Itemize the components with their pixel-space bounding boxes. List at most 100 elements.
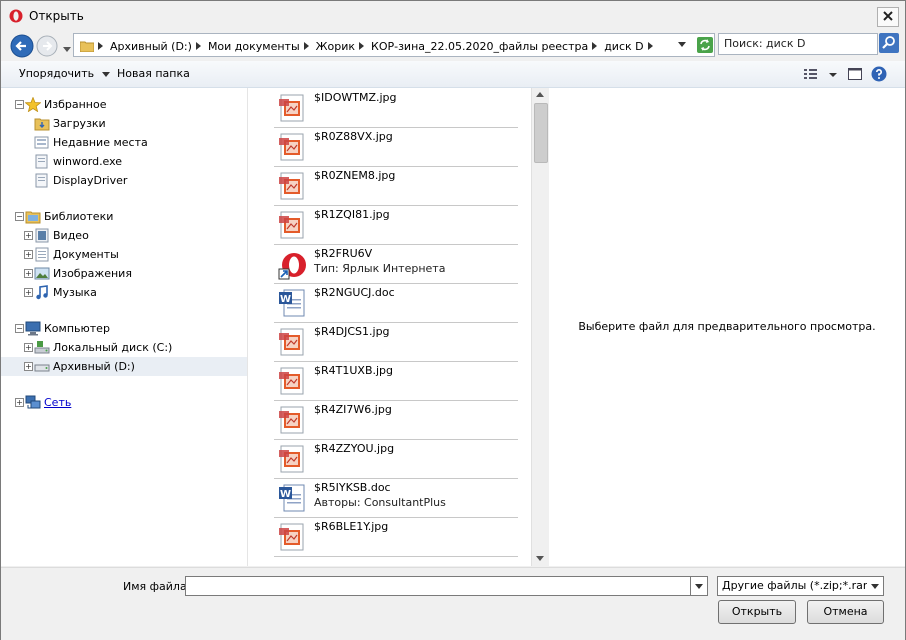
nav-computer-label: Компьютер	[44, 322, 110, 335]
file-name: $R0Z88VX.jpg	[314, 130, 393, 143]
breadcrumb-zhorik[interactable]: Жорик	[316, 40, 355, 53]
file-item[interactable]: $R4ZZYOU.jpg	[274, 439, 518, 479]
expand-icon[interactable]: +	[24, 269, 33, 278]
filename-history-dropdown[interactable]	[691, 576, 708, 596]
back-arrow-icon	[10, 34, 34, 58]
file-name: $R2FRU6V	[314, 247, 373, 260]
forward-button[interactable]	[35, 34, 61, 60]
file-item[interactable]: $R0ZNEM8.jpg	[274, 166, 518, 206]
video-library-icon	[34, 228, 50, 243]
expand-icon[interactable]: +	[15, 398, 24, 407]
computer-icon	[25, 321, 41, 336]
file-item[interactable]: $IDOWTMZ.jpg	[274, 88, 518, 128]
help-button[interactable]	[871, 66, 887, 82]
nav-item-label: DisplayDriver	[53, 174, 128, 187]
nav-item-label: Недавние места	[53, 136, 148, 149]
file-item[interactable]: W $R2NGUCJ.doc	[274, 283, 518, 323]
nav-item-video[interactable]: + Видео	[1, 226, 247, 245]
nav-item-documents[interactable]: + Документы	[1, 245, 247, 264]
breadcrumb-separator[interactable]	[98, 42, 103, 50]
window-title: Открыть	[29, 9, 84, 23]
open-button[interactable]: Открыть	[718, 600, 796, 624]
view-options-button[interactable]	[803, 66, 819, 82]
file-name: $R1ZQI81.jpg	[314, 208, 390, 221]
nav-item-label: Документы	[53, 248, 119, 261]
file-name: $R4ZZYOU.jpg	[314, 442, 395, 455]
organize-button[interactable]: Упорядочить	[19, 67, 111, 80]
new-folder-button[interactable]: Новая папка	[117, 67, 190, 80]
nav-item-drive-c[interactable]: + Локальный диск (C:)	[1, 338, 247, 357]
drive-icon	[34, 359, 50, 374]
preview-pane-button[interactable]	[847, 66, 863, 82]
history-dropdown[interactable]	[63, 43, 71, 52]
expand-icon[interactable]: +	[24, 362, 33, 371]
refresh-icon	[697, 37, 713, 53]
breadcrumb-separator[interactable]	[195, 42, 201, 50]
open-file-dialog: Открыть Архивный (D:) Мои документы Жори…	[0, 0, 906, 640]
cancel-button[interactable]: Отмена	[807, 600, 884, 624]
expand-icon[interactable]: +	[24, 231, 33, 240]
scroll-down-icon[interactable]	[536, 556, 544, 561]
file-item[interactable]: W $R5IYKSB.doc Авторы: ConsultantPlus	[274, 478, 518, 518]
nav-item-winword[interactable]: winword.exe	[1, 152, 247, 171]
breadcrumb-kor-zina[interactable]: КОР-зина_22.05.2020_файлы реестра	[371, 40, 588, 53]
folder-icon	[80, 41, 94, 52]
view-dropdown[interactable]	[825, 66, 841, 82]
breadcrumb-separator[interactable]	[303, 42, 309, 50]
expand-icon[interactable]: +	[24, 250, 33, 259]
file-item[interactable]: $R4T1UXB.jpg	[274, 361, 518, 401]
file-name: $IDOWTMZ.jpg	[314, 91, 397, 104]
file-item[interactable]: $R4DJCS1.jpg	[274, 322, 518, 362]
image-file-icon	[278, 211, 308, 241]
collapse-icon[interactable]: −	[15, 324, 24, 333]
image-file-icon	[278, 445, 308, 475]
search-button[interactable]	[879, 33, 899, 53]
nav-computer[interactable]: − Компьютер	[1, 319, 247, 338]
address-bar[interactable]: Архивный (D:) Мои документы Жорик КОР-зи…	[73, 33, 715, 57]
close-button[interactable]	[877, 7, 899, 27]
nav-item-pictures[interactable]: + Изображения	[1, 264, 247, 283]
nav-item-drive-d[interactable]: + Архивный (D:)	[1, 357, 247, 376]
breadcrumb-separator[interactable]	[592, 42, 598, 50]
scroll-up-icon[interactable]	[536, 92, 544, 97]
nav-network-link[interactable]: Сеть	[44, 396, 71, 409]
address-dropdown[interactable]	[678, 42, 686, 47]
nav-network[interactable]: + Сеть	[1, 393, 247, 412]
breadcrumb-separator[interactable]	[359, 42, 365, 50]
preview-pane-icon	[848, 68, 862, 80]
breadcrumb-disk-d[interactable]: диск D	[604, 40, 643, 53]
file-item[interactable]: $R6BLE1Y.jpg	[274, 517, 518, 557]
file-type-select[interactable]: Другие файлы (*.zip;*.rar;*.7z;*	[717, 576, 884, 596]
file-name: $R5IYKSB.doc	[314, 481, 391, 494]
back-button[interactable]	[9, 33, 35, 59]
breadcrumb-drive-d[interactable]: Архивный (D:)	[110, 40, 192, 53]
file-item[interactable]: $R1ZQI81.jpg	[274, 205, 518, 245]
collapse-icon[interactable]: −	[15, 100, 24, 109]
network-icon	[25, 395, 41, 410]
filename-input[interactable]	[185, 576, 691, 596]
file-item[interactable]: $R0Z88VX.jpg	[274, 127, 518, 167]
nav-item-label: Изображения	[53, 267, 132, 280]
collapse-icon[interactable]: −	[15, 212, 24, 221]
file-name: $R2NGUCJ.doc	[314, 286, 395, 299]
nav-item-music[interactable]: + Музыка	[1, 283, 247, 302]
scroll-thumb[interactable]	[534, 103, 548, 163]
refresh-button[interactable]	[696, 36, 714, 54]
file-list-scrollbar[interactable]	[531, 88, 549, 566]
expand-icon[interactable]: +	[24, 288, 33, 297]
file-type-dropdown[interactable]	[869, 578, 882, 594]
nav-favorites[interactable]: − Избранное	[1, 95, 247, 114]
file-item[interactable]: $R2FRU6V Тип: Ярлык Интернета	[274, 244, 518, 284]
nav-libraries[interactable]: − Библиотеки	[1, 207, 247, 226]
file-item[interactable]: $R4ZI7W6.jpg	[274, 400, 518, 440]
folder-shortcut-icon	[34, 173, 50, 188]
breadcrumb-separator[interactable]	[647, 42, 653, 50]
nav-item-displaydriver[interactable]: DisplayDriver	[1, 171, 247, 190]
search-input[interactable]: Поиск: диск D	[718, 33, 878, 55]
nav-item-recent-places[interactable]: Недавние места	[1, 133, 247, 152]
image-file-icon	[278, 133, 308, 163]
chevron-down-icon	[829, 73, 837, 77]
expand-icon[interactable]: +	[24, 343, 33, 352]
nav-item-downloads[interactable]: Загрузки	[1, 114, 247, 133]
breadcrumb-my-documents[interactable]: Мои документы	[208, 40, 300, 53]
